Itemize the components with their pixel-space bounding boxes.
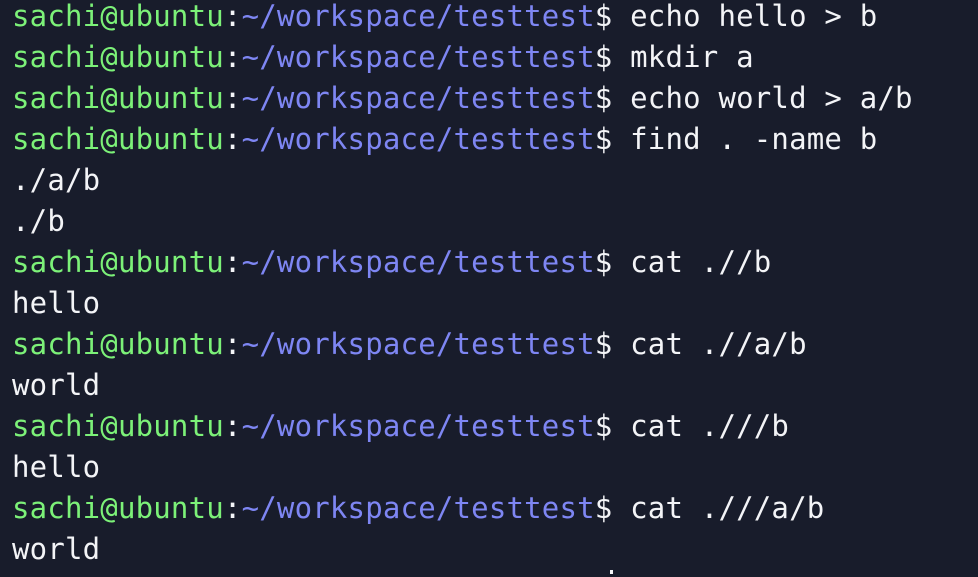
terminal-line-output: ./a/b (12, 163, 101, 197)
prompt-path: ~/workspace/testtest (241, 40, 595, 74)
terminal-line-command: sachi@ubuntu:~/workspace/testtest$ echo … (12, 0, 913, 37)
prompt-symbol: $ (594, 40, 613, 74)
prompt-separator: : (223, 491, 242, 525)
prompt-user-host: sachi@ubuntu (12, 327, 224, 361)
prompt-separator: : (223, 0, 242, 33)
command-text: echo hello > b (630, 0, 878, 33)
command-text: cat .//b (630, 245, 772, 279)
prompt-user-host: sachi@ubuntu (12, 491, 224, 525)
prompt-symbol: $ (594, 245, 613, 279)
prompt-user-host: sachi@ubuntu (12, 122, 224, 156)
prompt-path: ~/workspace/testtest (241, 327, 595, 361)
prompt-path: ~/workspace/testtest (241, 409, 595, 443)
terminal-line-command: sachi@ubuntu:~/workspace/testtest$ cat .… (12, 406, 913, 447)
terminal-line-output: world (12, 368, 101, 402)
command-text: cat .///b (630, 409, 790, 443)
terminal-window[interactable]: sachi@ubuntu:~/workspace/testtest$ echo … (0, 0, 978, 577)
prompt-symbol: $ (594, 409, 613, 443)
terminal-output: sachi@ubuntu:~/workspace/testtest$ echo … (12, 0, 913, 570)
prompt-separator: : (223, 81, 242, 115)
prompt-symbol: $ (594, 327, 613, 361)
prompt-path: ~/workspace/testtest (241, 491, 595, 525)
prompt-separator: : (223, 245, 242, 279)
terminal-line-command: sachi@ubuntu:~/workspace/testtest$ echo … (12, 78, 913, 119)
terminal-line-command: sachi@ubuntu:~/workspace/testtest$ mkdir… (12, 37, 913, 78)
prompt-path: ~/workspace/testtest (241, 122, 595, 156)
prompt-user-host: sachi@ubuntu (12, 409, 224, 443)
prompt-symbol: $ (594, 81, 613, 115)
command-text: find . -name b (630, 122, 878, 156)
prompt-separator: : (223, 327, 242, 361)
next-prompt-line-clipped (12, 570, 912, 577)
prompt-path: ~/workspace/testtest (241, 81, 595, 115)
prompt-user-host: sachi@ubuntu (12, 245, 224, 279)
prompt-user-host: sachi@ubuntu (12, 40, 224, 74)
command-text: mkdir a (630, 40, 754, 74)
prompt-symbol: $ (594, 491, 613, 525)
command-text: echo world > a/b (630, 81, 913, 115)
terminal-line-output: world (12, 532, 101, 566)
prompt-symbol: $ (594, 122, 613, 156)
prompt-user-host: sachi@ubuntu (12, 81, 224, 115)
terminal-line-output: hello (12, 450, 101, 484)
terminal-line-command: sachi@ubuntu:~/workspace/testtest$ cat .… (12, 242, 913, 283)
terminal-line-command: sachi@ubuntu:~/workspace/testtest$ find … (12, 119, 913, 160)
prompt-separator: : (223, 409, 242, 443)
terminal-line-command: sachi@ubuntu:~/workspace/testtest$ cat .… (12, 324, 913, 365)
prompt-symbol: $ (594, 0, 613, 33)
command-text: cat .///a/b (630, 491, 825, 525)
prompt-path: ~/workspace/testtest (241, 0, 595, 33)
prompt-user-host: sachi@ubuntu (12, 0, 224, 33)
terminal-line-output: hello (12, 286, 101, 320)
prompt-separator: : (223, 122, 242, 156)
prompt-path: ~/workspace/testtest (241, 245, 595, 279)
clipped-glyph (610, 570, 613, 574)
terminal-line-output: ./b (12, 204, 65, 238)
command-text: cat .//a/b (630, 327, 807, 361)
prompt-separator: : (223, 40, 242, 74)
terminal-line-command: sachi@ubuntu:~/workspace/testtest$ cat .… (12, 488, 913, 529)
